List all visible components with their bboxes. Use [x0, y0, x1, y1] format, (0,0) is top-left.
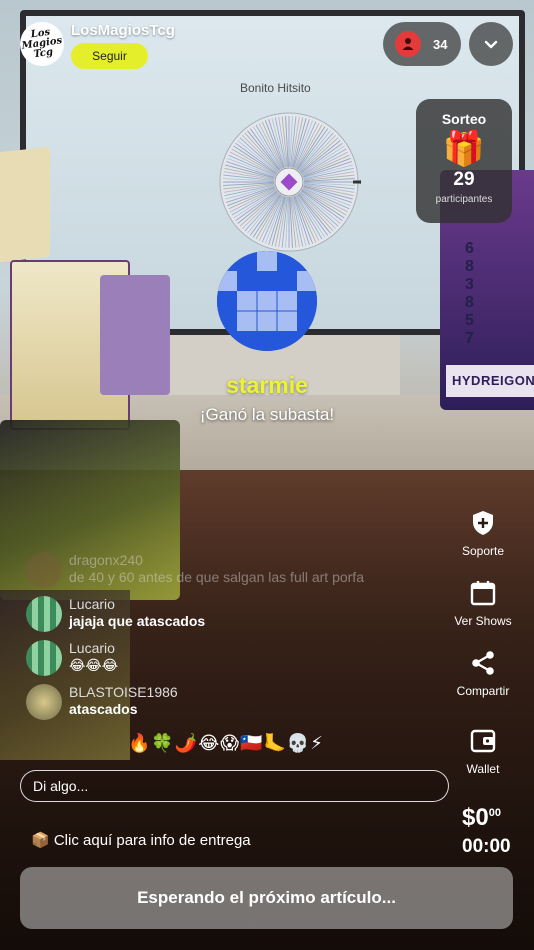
spin-wheel	[219, 112, 361, 252]
wallet-action[interactable]: Wallet	[448, 725, 518, 776]
calendar-icon	[467, 577, 499, 609]
support-action[interactable]: Soporte	[448, 507, 518, 558]
shows-action[interactable]: Ver Shows	[448, 577, 518, 628]
follow-button[interactable]: Seguir	[71, 43, 148, 69]
host-logo-text: Los Magios Tcg	[21, 26, 63, 61]
shield-plus-icon	[467, 507, 499, 539]
chat-text: jajaja que atascados	[69, 613, 206, 629]
support-label: Soporte	[461, 544, 505, 558]
chat-message: Lucario jajaja que atascados	[26, 596, 446, 632]
chat-username: dragonx240	[69, 552, 143, 568]
share-action[interactable]: Compartir	[448, 647, 518, 698]
price-cents: 00	[488, 807, 501, 819]
share-label: Compartir	[456, 684, 510, 698]
chat-input[interactable]: Di algo...	[20, 770, 449, 802]
waiting-next-item-button[interactable]: Esperando el próximo artículo...	[20, 867, 513, 929]
chat-avatar	[26, 596, 62, 632]
person-icon	[395, 31, 421, 57]
quick-reactions[interactable]: 🔥🍀🌶️😂😱🇨🇱🦶💀⚡	[128, 733, 324, 754]
host-name[interactable]: LosMagiosTcg	[71, 22, 175, 39]
wallet-label: Wallet	[466, 762, 500, 776]
pixel-avatar-icon	[217, 251, 317, 351]
wheel-title: Bonito Hitsito	[240, 81, 311, 95]
chat-text: atascados	[69, 701, 138, 717]
host-avatar[interactable]: Los Magios Tcg	[20, 22, 64, 66]
chat-message: Lucario 😂😂😂	[26, 640, 446, 676]
auction-timer: 00:00	[462, 836, 511, 857]
chat-avatar	[26, 552, 62, 588]
share-icon	[467, 647, 499, 679]
chat-text: 😂😂😂	[69, 657, 119, 673]
chat-avatar	[26, 684, 62, 720]
chevron-down-icon	[484, 40, 498, 49]
chat-avatar	[26, 640, 62, 676]
chat-feed[interactable]: dragonx240 de 40 y 60 antes de que salga…	[26, 522, 446, 728]
giveaway-card[interactable]: Sorteo 🎁 29 participantes	[416, 99, 512, 223]
chat-message: dragonx240 de 40 y 60 antes de que salga…	[26, 552, 446, 588]
giveaway-count: 29	[453, 169, 475, 190]
card-box-background	[0, 146, 50, 264]
giveaway-title: Sorteo	[441, 111, 487, 127]
viewer-count-badge[interactable]: 34	[383, 22, 461, 66]
chat-username: Lucario	[69, 596, 115, 612]
price-amount: $0	[462, 804, 489, 831]
wallet-icon	[467, 725, 499, 757]
winner-name: starmie	[226, 372, 308, 398]
chat-text: de 40 y 60 antes de que salgan las full …	[69, 569, 364, 585]
delivery-info-link[interactable]: 📦 Clic aquí para info de entrega	[31, 831, 251, 849]
winner-avatar	[217, 251, 317, 351]
viewer-count: 34	[433, 36, 448, 52]
hydreigon-box-numbers: 6 8 3 8 5 7	[465, 240, 474, 347]
chat-username: BLASTOISE1986	[69, 684, 178, 700]
chat-message: BLASTOISE1986 atascados	[26, 684, 446, 720]
giveaway-label: participantes	[435, 194, 493, 205]
current-price: $000	[462, 804, 501, 832]
winner-message: ¡Ganó la subasta!	[199, 405, 335, 424]
gift-icon: 🎁	[442, 130, 486, 168]
chat-username: Lucario	[69, 640, 115, 656]
collapse-button[interactable]	[469, 22, 513, 66]
shows-label: Ver Shows	[454, 614, 512, 628]
